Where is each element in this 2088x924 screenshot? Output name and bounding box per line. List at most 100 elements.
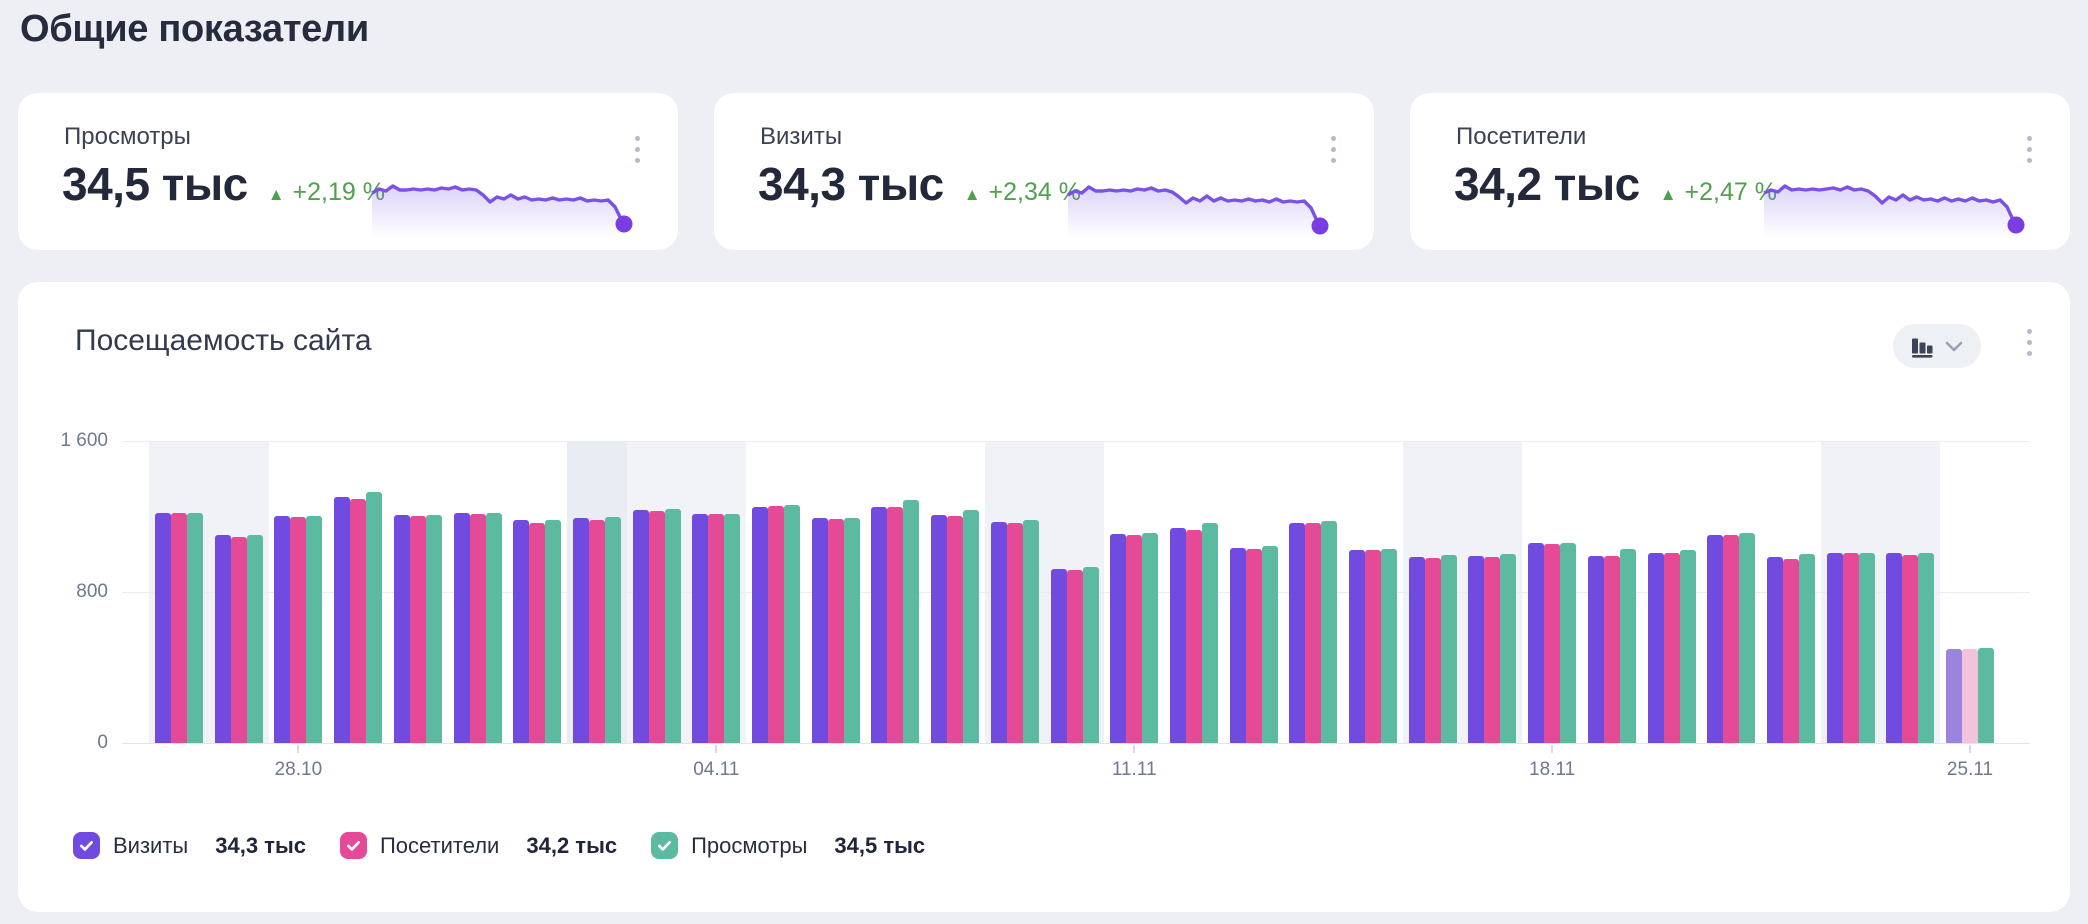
- bar-views[interactable]: [187, 513, 203, 743]
- bar-views[interactable]: [1799, 554, 1815, 743]
- legend-checkbox[interactable]: [651, 832, 678, 859]
- chart-type-selector[interactable]: [1893, 324, 1981, 368]
- bar-visitors[interactable]: [1425, 558, 1441, 743]
- kebab-menu-icon[interactable]: [2018, 322, 2040, 362]
- bar-visitors[interactable]: [1664, 553, 1680, 743]
- bar-visits[interactable]: [1886, 553, 1902, 743]
- bar-views[interactable]: [1978, 648, 1994, 743]
- bar-visits[interactable]: [1110, 534, 1126, 743]
- bar-visits[interactable]: [1051, 569, 1067, 743]
- bar-visitors[interactable]: [1246, 549, 1262, 743]
- bar-views[interactable]: [545, 520, 561, 743]
- bar-views[interactable]: [784, 505, 800, 743]
- bar-visitors[interactable]: [529, 523, 545, 743]
- bar-visits[interactable]: [394, 515, 410, 743]
- bar-visitors[interactable]: [1604, 556, 1620, 743]
- bar-visitors[interactable]: [1305, 523, 1321, 743]
- bar-visitors[interactable]: [1843, 553, 1859, 743]
- bar-visitors[interactable]: [350, 499, 366, 743]
- bar-visitors[interactable]: [1723, 535, 1739, 743]
- bar-visitors[interactable]: [1186, 530, 1202, 743]
- bar-visits[interactable]: [513, 520, 529, 743]
- bar-visitors[interactable]: [1544, 544, 1560, 743]
- bar-visits[interactable]: [1827, 553, 1843, 743]
- bar-views[interactable]: [486, 513, 502, 743]
- bar-visitors[interactable]: [708, 514, 724, 743]
- bar-views[interactable]: [1202, 523, 1218, 743]
- bar-visits[interactable]: [1349, 550, 1365, 743]
- bar-views[interactable]: [1680, 550, 1696, 743]
- bar-views[interactable]: [1321, 521, 1337, 743]
- bar-views[interactable]: [426, 515, 442, 743]
- bar-visits[interactable]: [1528, 543, 1544, 743]
- bar-views[interactable]: [1083, 567, 1099, 743]
- bar-visits[interactable]: [1468, 556, 1484, 743]
- bar-views[interactable]: [963, 510, 979, 743]
- bar-views[interactable]: [903, 500, 919, 743]
- bar-views[interactable]: [1918, 553, 1934, 743]
- bar-views[interactable]: [366, 492, 382, 743]
- bar-visits[interactable]: [155, 513, 171, 743]
- bar-visits[interactable]: [1648, 553, 1664, 743]
- bar-visits[interactable]: [931, 515, 947, 743]
- bar-visitors[interactable]: [1962, 649, 1978, 743]
- bar-visitors[interactable]: [231, 537, 247, 743]
- bar-visits[interactable]: [1767, 557, 1783, 743]
- legend-checkbox[interactable]: [340, 832, 367, 859]
- bar-visits[interactable]: [274, 516, 290, 743]
- bar-visits[interactable]: [692, 514, 708, 743]
- bar-visits[interactable]: [1588, 556, 1604, 743]
- bar-visits[interactable]: [1707, 535, 1723, 743]
- bar-views[interactable]: [665, 509, 681, 743]
- bar-visits[interactable]: [991, 522, 1007, 743]
- bar-visitors[interactable]: [1902, 555, 1918, 743]
- bar-views[interactable]: [1381, 549, 1397, 743]
- bar-visits[interactable]: [334, 497, 350, 743]
- kebab-menu-icon[interactable]: [626, 129, 648, 169]
- bar-visitors[interactable]: [1484, 557, 1500, 743]
- bar-visitors[interactable]: [589, 520, 605, 743]
- bar-visits[interactable]: [1409, 557, 1425, 743]
- bar-visitors[interactable]: [887, 507, 903, 743]
- bar-visits[interactable]: [1289, 523, 1305, 743]
- bar-visitors[interactable]: [1126, 535, 1142, 743]
- bar-visits[interactable]: [752, 507, 768, 743]
- bar-visits[interactable]: [812, 518, 828, 743]
- bar-visits[interactable]: [454, 513, 470, 743]
- bar-views[interactable]: [1441, 555, 1457, 743]
- bar-views[interactable]: [1262, 546, 1278, 743]
- bar-visitors[interactable]: [768, 506, 784, 743]
- bar-visitors[interactable]: [171, 513, 187, 743]
- bar-views[interactable]: [605, 517, 621, 743]
- bar-visitors[interactable]: [290, 517, 306, 743]
- bar-views[interactable]: [1560, 543, 1576, 743]
- bar-visitors[interactable]: [470, 514, 486, 743]
- bar-visits[interactable]: [573, 518, 589, 743]
- bar-visitors[interactable]: [828, 519, 844, 743]
- bar-visits[interactable]: [1170, 528, 1186, 743]
- legend-checkbox[interactable]: [73, 832, 100, 859]
- bar-views[interactable]: [1859, 553, 1875, 743]
- bar-visitors[interactable]: [1365, 550, 1381, 743]
- bar-views[interactable]: [1620, 549, 1636, 743]
- bar-views[interactable]: [844, 518, 860, 743]
- bar-visits[interactable]: [871, 507, 887, 743]
- bar-visits[interactable]: [633, 510, 649, 743]
- bar-views[interactable]: [1142, 533, 1158, 743]
- bar-visits[interactable]: [1946, 649, 1962, 743]
- kebab-menu-icon[interactable]: [2018, 129, 2040, 169]
- bar-views[interactable]: [724, 514, 740, 743]
- bar-views[interactable]: [306, 516, 322, 743]
- bar-visitors[interactable]: [649, 511, 665, 743]
- bar-visits[interactable]: [215, 535, 231, 743]
- kebab-menu-icon[interactable]: [1322, 129, 1344, 169]
- legend-item[interactable]: Просмотры34,5 тыс: [651, 832, 925, 859]
- bar-visitors[interactable]: [410, 516, 426, 743]
- bar-visitors[interactable]: [1067, 570, 1083, 743]
- bar-views[interactable]: [1739, 533, 1755, 743]
- bar-visits[interactable]: [1230, 548, 1246, 743]
- bar-visitors[interactable]: [1007, 523, 1023, 743]
- bar-views[interactable]: [1500, 554, 1516, 743]
- legend-item[interactable]: Посетители34,2 тыс: [340, 832, 617, 859]
- bar-visitors[interactable]: [1783, 559, 1799, 743]
